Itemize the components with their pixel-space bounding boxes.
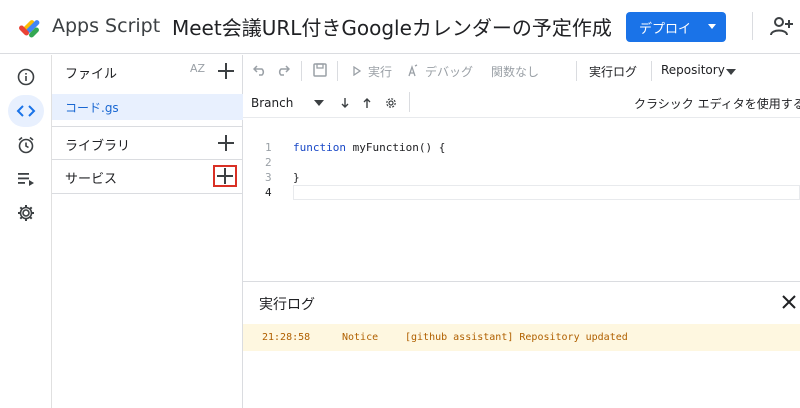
branch-select[interactable]: Branch bbox=[251, 96, 293, 110]
repository-menu[interactable]: Repository bbox=[661, 63, 725, 77]
rail-editor[interactable] bbox=[8, 95, 44, 127]
gear-icon bbox=[18, 205, 34, 221]
close-icon[interactable] bbox=[781, 294, 797, 310]
add-file-icon[interactable] bbox=[218, 63, 234, 79]
save-icon[interactable] bbox=[313, 63, 327, 77]
rail-executions[interactable] bbox=[8, 163, 44, 195]
deploy-label: デプロイ bbox=[639, 21, 692, 37]
subbar-divider bbox=[409, 92, 410, 112]
pull-icon[interactable] bbox=[341, 97, 349, 109]
alarm-icon bbox=[18, 136, 34, 154]
code-line[interactable]: } bbox=[293, 171, 300, 184]
editor-toolbar: 実行 デバッグ 関数なし 実行ログ Repository bbox=[243, 55, 800, 87]
divider bbox=[52, 126, 243, 127]
divider bbox=[52, 159, 243, 160]
toolbar-divider bbox=[337, 61, 338, 81]
log-level: Notice bbox=[342, 332, 379, 343]
add-service-icon[interactable] bbox=[217, 168, 233, 184]
redo-icon[interactable] bbox=[276, 64, 290, 76]
file-name: コード.gs bbox=[65, 101, 119, 115]
rail-settings[interactable] bbox=[8, 197, 44, 229]
rail-triggers[interactable] bbox=[8, 129, 44, 161]
toolbar-divider bbox=[301, 61, 302, 81]
file-item[interactable]: コード.gs bbox=[52, 94, 243, 120]
function-select[interactable]: 関数なし bbox=[491, 63, 539, 80]
caret-down-icon bbox=[708, 24, 716, 29]
caret-down-icon[interactable] bbox=[726, 69, 736, 75]
app-name[interactable]: Apps Script bbox=[52, 15, 160, 37]
left-rail bbox=[0, 55, 52, 408]
code-icon bbox=[16, 105, 36, 117]
log-entry: 21:28:58 Notice [github assistant] Repos… bbox=[243, 324, 800, 351]
push-icon[interactable] bbox=[363, 97, 371, 109]
play-icon bbox=[353, 66, 361, 76]
deploy-button[interactable]: デプロイ bbox=[626, 12, 726, 42]
debug-icon bbox=[408, 64, 418, 77]
sort-az-icon[interactable]: AZ bbox=[190, 62, 205, 75]
apps-script-logo-icon[interactable] bbox=[18, 14, 44, 38]
info-icon bbox=[17, 68, 35, 86]
classic-editor-link[interactable]: クラシック エディタを使用する bbox=[634, 95, 800, 112]
settings-small-icon[interactable] bbox=[385, 97, 397, 109]
code-text: myFunction() { bbox=[345, 141, 446, 154]
execution-log-panel: 実行ログ 21:28:58 Notice [github assistant] … bbox=[243, 281, 800, 408]
debug-button[interactable]: デバッグ bbox=[425, 63, 473, 80]
line-number: 1 bbox=[265, 141, 272, 154]
add-library-icon[interactable] bbox=[218, 135, 234, 151]
line-number: 2 bbox=[265, 156, 272, 169]
add-person-icon[interactable] bbox=[770, 15, 794, 37]
log-title: 実行ログ bbox=[259, 297, 315, 313]
files-panel: ファイル AZ コード.gs ライブラリ サービス bbox=[52, 55, 243, 408]
line-number: 3 bbox=[265, 171, 272, 184]
run-button[interactable]: 実行 bbox=[368, 63, 392, 80]
list-play-icon bbox=[18, 173, 34, 186]
divider bbox=[52, 193, 243, 194]
services-heading: サービス bbox=[65, 172, 118, 187]
line-number: 4 bbox=[265, 186, 272, 199]
code-keyword: function bbox=[293, 141, 346, 154]
log-time: 21:28:58 bbox=[262, 332, 311, 343]
log-message: [github assistant] Repository updated bbox=[405, 332, 628, 343]
toolbar-divider bbox=[651, 61, 652, 81]
current-line-highlight bbox=[293, 185, 800, 200]
code-editor[interactable]: 1 2 3 4 function myFunction() { } bbox=[243, 119, 800, 281]
rail-overview[interactable] bbox=[8, 61, 44, 93]
caret-down-icon[interactable] bbox=[314, 100, 324, 106]
project-title[interactable]: Meet会議URL付きGoogleカレンダーの予定作成 bbox=[172, 12, 612, 41]
header-divider bbox=[752, 12, 753, 40]
undo-icon[interactable] bbox=[253, 64, 267, 76]
libraries-heading: ライブラリ bbox=[65, 139, 131, 154]
code-line[interactable]: function myFunction() { bbox=[293, 141, 445, 154]
app-header: Apps Script Meet会議URL付きGoogleカレンダーの予定作成 … bbox=[0, 0, 800, 54]
toolbar-divider bbox=[576, 61, 577, 81]
execution-log-button[interactable]: 実行ログ bbox=[589, 63, 637, 80]
branch-bar: Branch クラシック エディタを使用する bbox=[243, 88, 800, 118]
files-heading: ファイル bbox=[65, 67, 118, 82]
